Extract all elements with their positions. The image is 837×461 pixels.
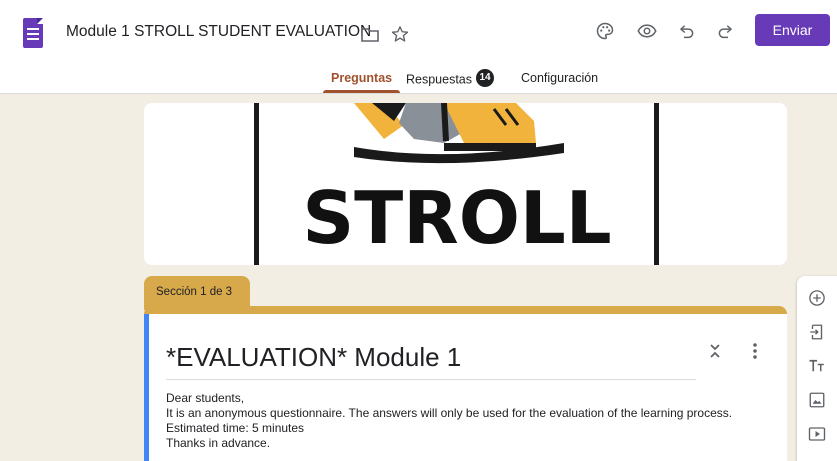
section-title[interactable]: *EVALUATION* Module 1 <box>166 342 461 373</box>
collapse-section-icon[interactable] <box>704 340 726 362</box>
tab-label: Configuración <box>521 71 599 85</box>
description-line: Dear students, <box>166 391 245 405</box>
redo-icon[interactable] <box>714 20 736 42</box>
add-video-icon[interactable] <box>807 424 827 444</box>
add-title-icon[interactable] <box>807 356 827 376</box>
stroll-logo-image: STROLL <box>254 103 659 265</box>
top-bar: Module 1 STROLL STUDENT EVALUATION Envia… <box>0 0 837 94</box>
title-divider <box>166 379 696 380</box>
section-indicator: Sección 1 de 3 <box>144 276 250 310</box>
hero-logo-text: STROLL <box>302 176 611 260</box>
header-image: STROLL <box>144 103 787 265</box>
section-header-card[interactable]: *EVALUATION* Module 1 Dear students, It … <box>144 306 787 461</box>
import-questions-icon[interactable] <box>807 322 827 342</box>
undo-icon[interactable] <box>676 20 698 42</box>
document-title[interactable]: Module 1 STROLL STUDENT EVALUATION <box>66 23 371 41</box>
more-options-icon[interactable] <box>744 340 766 362</box>
focus-indicator <box>144 314 149 461</box>
tab-questions[interactable]: Preguntas <box>322 64 401 94</box>
forms-logo-icon[interactable] <box>23 18 43 48</box>
tab-settings[interactable]: Configuración <box>521 64 598 94</box>
description-line: Estimated time: 5 minutes <box>166 421 305 435</box>
add-question-icon[interactable] <box>807 288 827 308</box>
tab-responses[interactable]: Respuestas 14 <box>406 64 495 94</box>
tab-label: Respuestas <box>406 72 473 87</box>
responses-count-badge: 14 <box>476 69 495 87</box>
question-toolbar <box>797 276 837 461</box>
folder-icon[interactable] <box>360 25 380 43</box>
tab-label: Preguntas <box>331 71 393 85</box>
description-line: It is an anonymous questionnaire. The an… <box>166 406 733 420</box>
star-icon[interactable] <box>390 24 410 44</box>
add-image-icon[interactable] <box>807 390 827 410</box>
section-description[interactable]: Dear students, It is an anonymous questi… <box>166 391 732 451</box>
palette-icon[interactable] <box>594 20 616 42</box>
send-button[interactable]: Enviar <box>755 14 830 46</box>
description-line: Thanks in advance. <box>166 436 271 450</box>
preview-eye-icon[interactable] <box>636 20 658 42</box>
